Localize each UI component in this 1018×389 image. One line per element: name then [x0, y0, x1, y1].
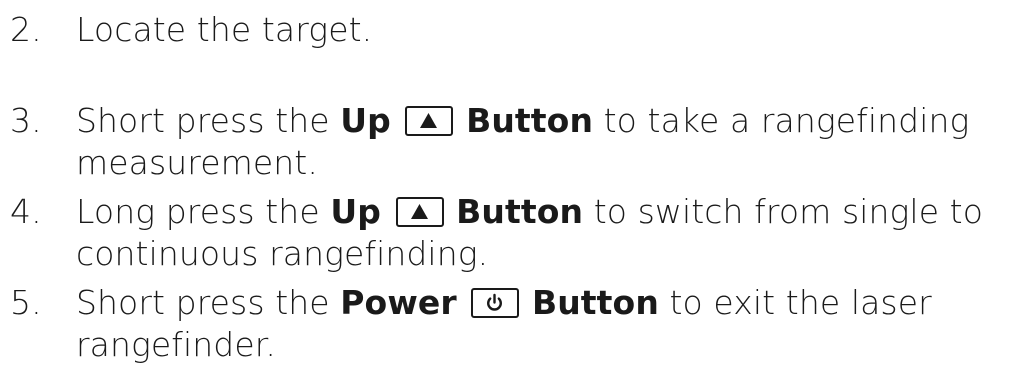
step-text: Short press the Up Button to take a rang…	[76, 100, 1011, 184]
power-icon	[471, 288, 520, 318]
step-text: Locate the target.	[76, 9, 1011, 51]
up-triangle-icon	[395, 197, 444, 227]
step-4: 4. Long press the Up Button to switch fr…	[0, 191, 1011, 275]
button-label: Button	[466, 101, 594, 140]
button-label: Button	[456, 192, 584, 231]
step-5: 5. Short press the Power Button to exit …	[0, 282, 1011, 366]
button-name: Up	[330, 192, 381, 231]
step-3: 3. Short press the Up Button to take a r…	[0, 100, 1011, 184]
button-name: Up	[340, 101, 391, 140]
button-label: Button	[531, 283, 659, 322]
up-triangle-icon	[405, 106, 454, 136]
step-number: 2.	[10, 10, 42, 49]
button-name: Power	[340, 283, 457, 322]
step-text-pre: Short press the	[76, 101, 341, 140]
step-text: Short press the Power Button to exit the…	[76, 282, 1011, 366]
step-2: 2. Locate the target.	[0, 9, 1011, 51]
step-text-pre: Short press the	[76, 283, 341, 322]
step-number: 5.	[10, 283, 42, 322]
step-number: 3.	[10, 101, 42, 140]
step-number: 4.	[10, 192, 42, 231]
step-text-content: Locate the target.	[76, 10, 373, 49]
step-text-pre: Long press the	[76, 192, 331, 231]
step-text: Long press the Up Button to switch from …	[76, 191, 1011, 275]
